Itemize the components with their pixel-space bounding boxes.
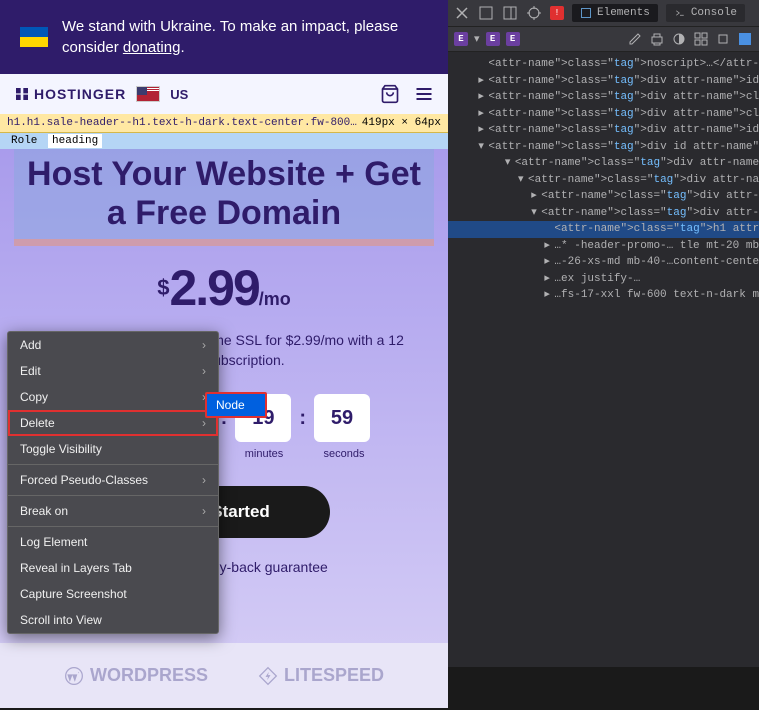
price-amount: 2.99 [169,259,258,317]
submenu-label: Node [216,398,245,412]
console-icon [674,7,686,19]
ukraine-banner: We stand with Ukraine. To make an impact… [0,0,448,74]
context-menu-forced-pseudo-classes[interactable]: Forced Pseudo-Classes› [8,467,218,493]
dom-node[interactable]: ▾<attr-name">class="tag">div attr-name">… [448,155,759,172]
dom-node[interactable]: ▸<attr-name">class="tag">div attr-name">… [448,73,759,90]
partner-litespeed: LITESPEED [258,665,384,686]
devtools-panel: ! Elements Console E ▾ E E <attr-name">c… [448,0,759,667]
console-tab-label: Console [691,7,737,19]
price: $ 2.99 /mo [14,259,434,317]
dom-node[interactable]: ▸…* -header-promo-… tle mt-20 mb-20 …-da… [448,238,759,255]
context-menu: Add›Edit›Copy›Delete›Toggle Visibility Fo… [7,331,219,634]
cart-icon[interactable] [380,84,400,104]
donate-link[interactable]: donating [123,39,181,56]
context-submenu-node[interactable]: Node [205,392,267,418]
headline: Host Your Website + Get a Free Domain [14,149,434,239]
dom-node[interactable]: ▸…fs-17-xxl fw-600 text-n-dark mt-25 mt-… [448,287,759,304]
dom-node[interactable]: ▾<attr-name">class="tag">div attr-name">… [448,205,759,222]
dock-icon[interactable] [478,5,494,21]
label-seconds: seconds [316,448,372,460]
dom-node[interactable]: <attr-name">class="tag">h1 attr-name">cl… [448,221,759,238]
hamburger-icon[interactable] [414,84,434,104]
banner-text-pre: We stand with Ukraine. To make an impact… [62,18,398,56]
partner-label: LITESPEED [284,665,384,686]
dom-node[interactable]: ▾<attr-name">class="tag">div attr-name">… [448,172,759,189]
settings-icon[interactable] [715,31,731,47]
grid-icon[interactable] [693,31,709,47]
nav-right [380,84,434,104]
dom-node[interactable]: <attr-name">class="tag">noscript>…</attr… [448,56,759,73]
context-menu-copy[interactable]: Copy› [8,384,218,410]
context-menu-add[interactable]: Add› [8,332,218,358]
chevron-down-icon[interactable]: ▾ [474,32,480,46]
target-icon[interactable] [526,5,542,21]
dom-node[interactable]: ▸<attr-name">class="tag">div attr-name">… [448,188,759,205]
dom-tree[interactable]: <attr-name">class="tag">noscript>…</attr… [448,52,759,667]
dom-node[interactable]: ▸…ex justify-… [448,271,759,288]
context-menu-delete[interactable]: Delete› [8,410,218,436]
print-icon[interactable] [649,31,665,47]
dock-side-icon[interactable] [502,5,518,21]
countdown-sep: : [299,407,306,430]
error-badge[interactable]: ! [550,6,564,20]
context-menu-log-element[interactable]: Log Element [8,529,218,555]
elements-tab[interactable]: Elements [572,4,658,22]
theme-icon[interactable] [671,31,687,47]
console-tab[interactable]: Console [666,4,745,22]
partner-wordpress: WORDPRESS [64,665,208,686]
context-menu-reveal-in-layers-tab[interactable]: Reveal in Layers Tab [8,555,218,581]
partner-label: WORDPRESS [90,665,208,686]
e-badge[interactable]: E [454,32,468,46]
litespeed-icon [258,666,278,686]
tooltip-role-value: heading [48,134,102,148]
logo[interactable]: HOSTINGER [14,86,126,102]
dom-node[interactable]: ▾<attr-name">class="tag">div id attr-nam… [448,139,759,156]
context-menu-scroll-into-view[interactable]: Scroll into View [8,607,218,633]
context-menu-capture-screenshot[interactable]: Capture Screenshot [8,581,218,607]
edit-icon[interactable] [627,31,643,47]
navbar: HOSTINGER US [0,74,448,114]
price-currency: $ [157,275,169,301]
country-label[interactable]: US [170,87,188,102]
ukraine-flag-icon [20,27,48,47]
expand-icon[interactable] [737,31,753,47]
brand-logo-icon [14,86,30,102]
context-menu-break-on[interactable]: Break on› [8,498,218,524]
context-menu-edit[interactable]: Edit› [8,358,218,384]
context-menu-separator [8,526,218,527]
dom-node[interactable]: ▸<attr-name">class="tag">div attr-name">… [448,89,759,106]
tooltip-role-label: Role [7,134,41,148]
wordpress-icon [64,666,84,686]
dom-node[interactable]: ▸<attr-name">class="tag">div attr-name">… [448,122,759,139]
dom-node[interactable]: ▸…-26-xs-md mb-40-…content-center …-star… [448,254,759,271]
e-badge[interactable]: E [486,32,500,46]
elements-tab-label: Elements [597,7,650,19]
e-badge[interactable]: E [506,32,520,46]
dom-node[interactable]: ▸<attr-name">class="tag">div attr-name">… [448,106,759,123]
us-flag-icon [136,86,160,102]
nav-left: HOSTINGER US [14,86,188,102]
inspector-tooltip-role: Role heading [0,133,448,149]
countdown-seconds: 59 [314,394,370,442]
inspector-tooltip: h1.h1.sale-header--h1.text-h-dark.text-c… [0,114,448,133]
elements-icon [580,7,592,19]
devtools-toolbar: ! Elements Console [448,0,759,27]
logo-text: HOSTINGER [34,86,126,102]
partners: WORDPRESS LITESPEED [0,643,448,708]
close-icon[interactable] [454,5,470,21]
context-menu-toggle-visibility[interactable]: Toggle Visibility [8,436,218,462]
label-minutes: minutes [236,448,292,460]
context-menu-separator [8,464,218,465]
tooltip-selector: h1.h1.sale-header--h1.text-h-dark.text-c… [7,117,357,129]
devtools-subtoolbar: E ▾ E E [448,27,759,52]
banner-text-post: . [180,39,184,56]
price-period: /mo [259,289,291,310]
context-menu-separator [8,495,218,496]
banner-text: We stand with Ukraine. To make an impact… [62,16,428,58]
tooltip-dims: 419px × 64px [362,117,441,129]
